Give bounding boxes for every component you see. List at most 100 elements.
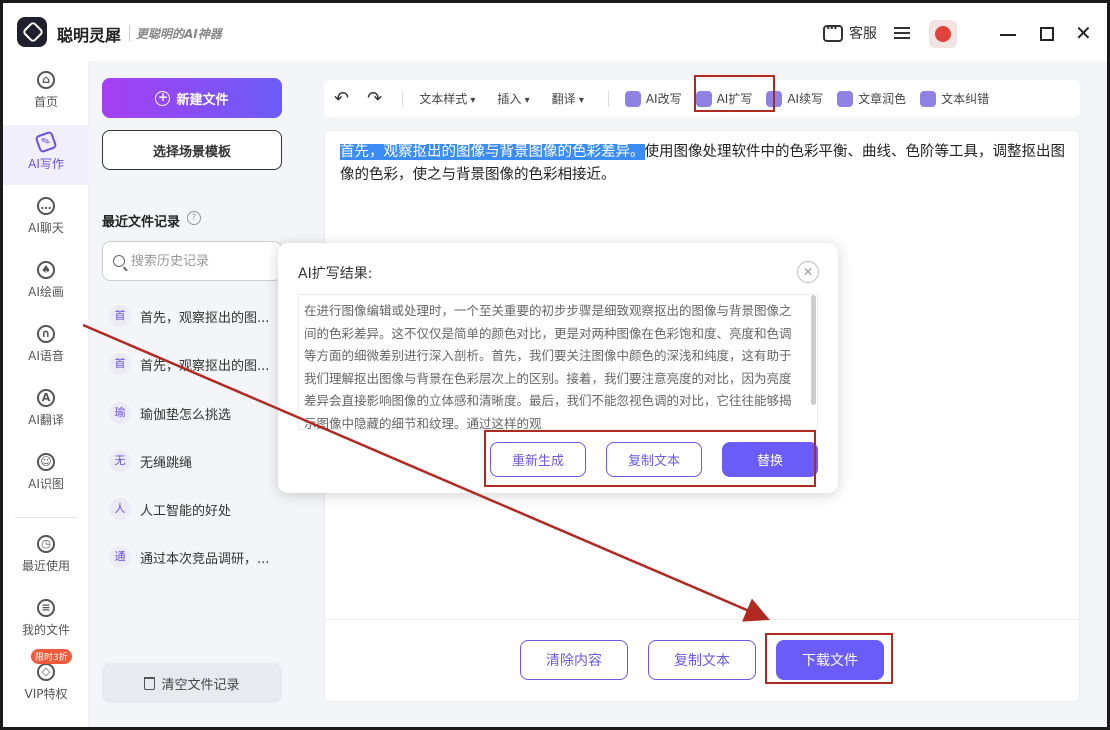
maximize-button[interactable]: [1040, 27, 1054, 41]
search-icon: [113, 255, 125, 267]
ai-rewrite-button[interactable]: AI改写: [624, 90, 682, 107]
translate-dropdown[interactable]: 翻译: [552, 90, 584, 107]
nav-label: AI语音: [28, 349, 64, 363]
file-icon: ≡: [37, 599, 55, 617]
list-item-badge: 瑜: [109, 402, 131, 424]
annotation-box-dialog-buttons: [484, 430, 816, 487]
nav-item-vip[interactable]: ◇ VIP特权: [3, 655, 89, 715]
list-item[interactable]: 通 通过本次竞品调研，...: [109, 544, 289, 570]
nav-label: 最近使用: [21, 559, 70, 573]
clear-content-button[interactable]: 清除内容: [520, 640, 628, 680]
result-text[interactable]: 在进行图像编辑或处理时，一个至关重要的初步步骤是细致观察抠出的图像与背景图像之间…: [298, 294, 818, 430]
nav-divider: [15, 517, 77, 518]
title-separator: [129, 25, 130, 41]
app-logo-icon: [17, 17, 47, 47]
undo-button[interactable]: ↶: [334, 88, 349, 109]
copy-text-button[interactable]: 复制文本: [648, 640, 756, 680]
nav-item-recent[interactable]: ◷ 最近使用: [3, 527, 89, 587]
headphone-icon: ∩: [37, 325, 55, 343]
vip-discount-badge: 限时3折: [31, 649, 72, 664]
nav-label: AI识图: [28, 477, 64, 491]
correct-button[interactable]: 文本纠错: [920, 90, 989, 107]
nav-label: AI绘画: [28, 285, 64, 299]
polish-icon: [837, 90, 854, 107]
list-item[interactable]: 无 无绳跳绳: [109, 448, 289, 474]
annotation-box-download: [765, 633, 893, 684]
brush-icon: ♠: [37, 261, 55, 279]
home-icon: ⌂: [37, 71, 55, 89]
selected-text[interactable]: 首先，观察抠出的图像与背景图像的色彩差异。: [340, 144, 645, 160]
insert-dropdown[interactable]: 插入: [497, 90, 529, 107]
nav-item-ai-voice[interactable]: ∩ AI语音: [3, 317, 89, 377]
list-item-badge: 人: [109, 498, 131, 520]
list-item-title: 无绳跳绳: [140, 455, 193, 471]
annotation-box-ai-expand: [694, 75, 775, 112]
customer-service-label: 客服: [849, 26, 877, 42]
nav-label: 我的文件: [21, 623, 70, 637]
app-name: 聪明灵犀: [57, 26, 122, 45]
scrollbar[interactable]: [811, 295, 816, 405]
ai-rewrite-label: AI改写: [645, 92, 682, 106]
history-search: [102, 241, 282, 281]
nav-label: VIP特权: [24, 687, 68, 701]
nav-item-ai-chat[interactable]: … AI聊天: [3, 189, 89, 249]
list-item[interactable]: 首 首先，观察抠出的图...: [109, 351, 289, 377]
nav-item-ai-translate[interactable]: A AI翻译: [3, 381, 89, 441]
nav-label: AI聊天: [28, 221, 64, 235]
minimize-button[interactable]: [1000, 34, 1016, 36]
diamond-icon: ◇: [37, 663, 55, 681]
nav-label: AI写作: [28, 157, 64, 171]
correct-icon: [920, 90, 937, 107]
pen-icon: ✎: [34, 130, 58, 154]
app-window: 聪明灵犀 更聪明的AI神器 客服 ✕ ⌂ 首页 ✎ AI写作 … AI聊天 ♠ …: [0, 0, 1110, 730]
editor-content[interactable]: 首先，观察抠出的图像与背景图像的色彩差异。使用图像处理软件中的色彩平衡、曲线、色…: [340, 141, 1065, 187]
clock-icon: ◷: [37, 535, 55, 553]
list-item-badge: 通: [109, 546, 131, 568]
list-item[interactable]: 人 人工智能的好处: [109, 496, 289, 522]
list-item-title: 首先，观察抠出的图...: [140, 310, 270, 326]
close-icon[interactable]: ✕: [797, 261, 819, 283]
nav-item-home[interactable]: ⌂ 首页: [3, 63, 89, 123]
toolbar-separator: [607, 90, 609, 107]
customer-service-button[interactable]: 客服: [823, 21, 877, 43]
list-item-badge: 首: [109, 305, 131, 327]
help-icon[interactable]: ?: [187, 211, 201, 225]
nav-item-ai-recognize[interactable]: ☺ AI识图: [3, 445, 89, 505]
trash-icon: [144, 676, 156, 690]
polish-button[interactable]: 文章润色: [837, 90, 906, 107]
recent-files-title: 最近文件记录: [102, 215, 181, 230]
editor-divider: [325, 619, 1079, 620]
file-panel: + 新建文件 选择场景模板 最近文件记录 ? 首 首先，观察抠出的图... 首 …: [89, 61, 297, 727]
feather-icon: [624, 90, 641, 107]
hamburger-menu-icon[interactable]: [894, 27, 910, 39]
ai-continue-label: AI续写: [787, 92, 824, 106]
list-item-title: 瑜伽垫怎么挑选: [140, 407, 232, 423]
correct-label: 文本纠错: [941, 92, 990, 106]
clear-records-button[interactable]: 清空文件记录: [102, 663, 282, 703]
new-file-label: 新建文件: [176, 92, 229, 108]
title-bar: 聪明灵犀 更聪明的AI神器 客服 ✕: [3, 3, 1107, 61]
new-file-button[interactable]: + 新建文件: [102, 78, 282, 118]
search-input[interactable]: [131, 253, 271, 269]
nav-item-ai-writing[interactable]: ✎ AI写作: [3, 125, 89, 185]
avatar[interactable]: [929, 20, 957, 48]
nav-item-ai-painting[interactable]: ♠ AI绘画: [3, 253, 89, 313]
scan-icon: ☺: [37, 453, 55, 471]
app-slogan: 更聪明的AI神器: [136, 27, 222, 41]
nav-item-my-files[interactable]: ≡ 我的文件: [3, 591, 89, 651]
choose-template-button[interactable]: 选择场景模板: [102, 130, 282, 170]
list-item-badge: 首: [109, 353, 131, 375]
dialog-title: AI扩写结果:: [298, 266, 373, 282]
list-item[interactable]: 首 首先，观察抠出的图...: [109, 303, 289, 329]
translate-icon: A: [37, 389, 55, 407]
list-item-badge: 无: [109, 450, 131, 472]
nav-label: 首页: [33, 95, 58, 109]
redo-button[interactable]: ↷: [367, 88, 382, 109]
text-style-dropdown[interactable]: 文本样式: [419, 90, 475, 107]
left-nav: ⌂ 首页 ✎ AI写作 … AI聊天 ♠ AI绘画 ∩ AI语音 A AI翻译 …: [3, 61, 89, 727]
close-window-button[interactable]: ✕: [1075, 23, 1092, 43]
list-item-title: 通过本次竞品调研，...: [140, 551, 270, 567]
plus-icon: +: [155, 90, 171, 106]
chat-icon: …: [37, 197, 55, 215]
list-item[interactable]: 瑜 瑜伽垫怎么挑选: [109, 400, 289, 426]
